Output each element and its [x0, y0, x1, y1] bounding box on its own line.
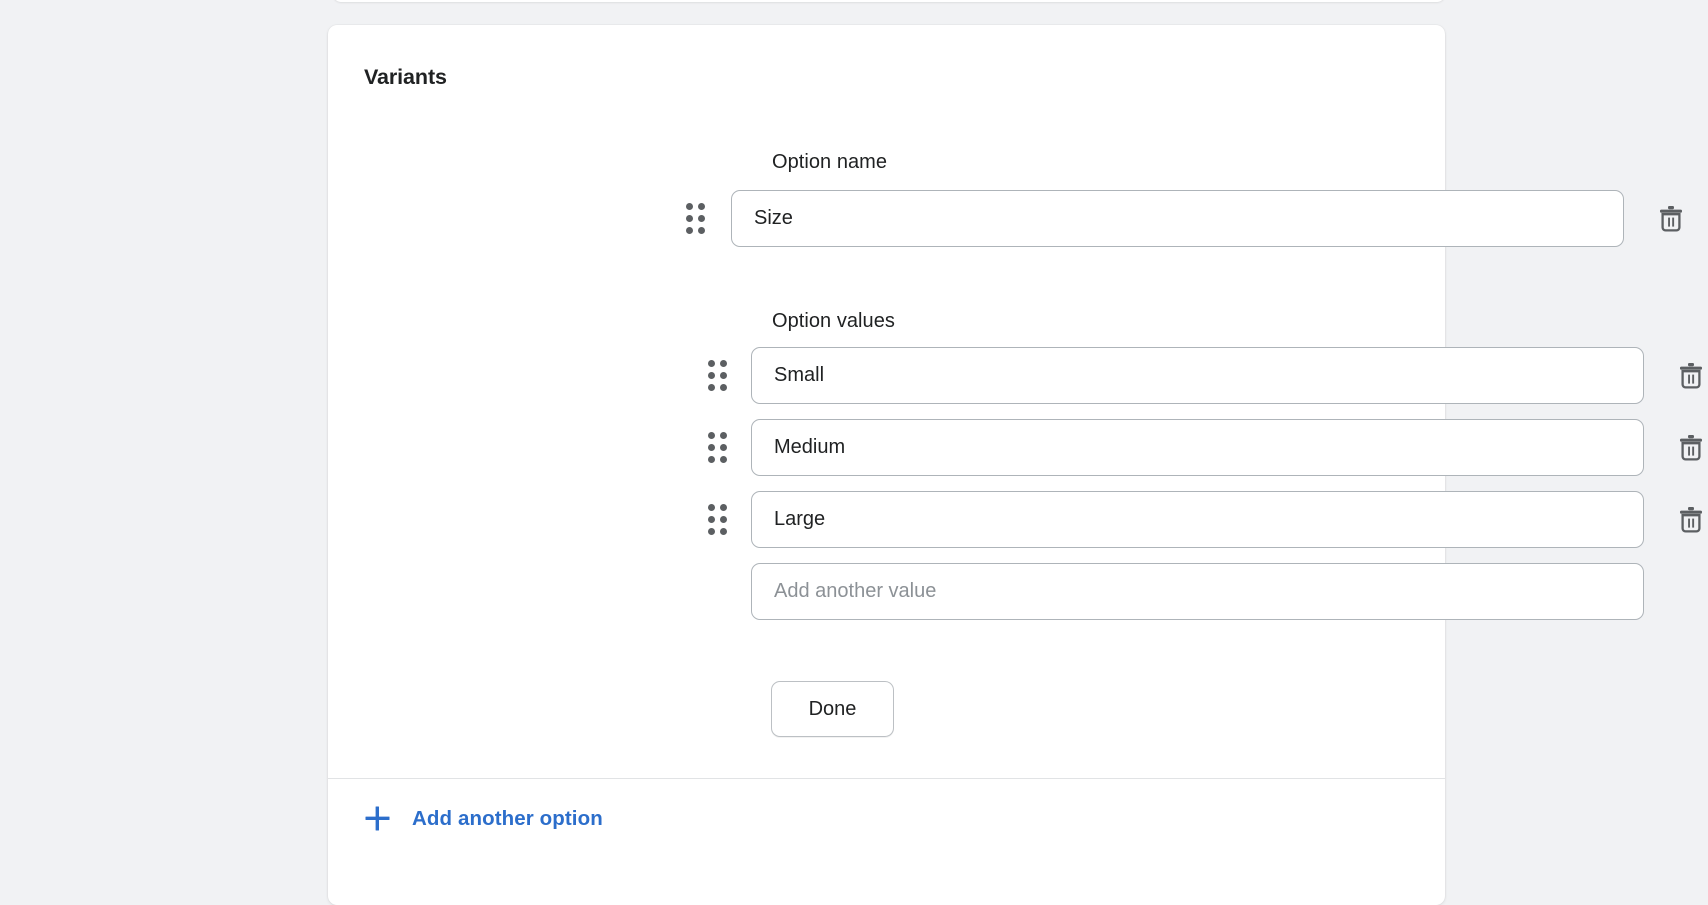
- drag-handle-icon[interactable]: [705, 505, 729, 535]
- option-value-row: [705, 347, 1708, 404]
- drag-dot: [720, 516, 727, 523]
- drag-dot: [698, 203, 705, 210]
- drag-dot: [720, 528, 727, 535]
- page-title: Variants: [364, 65, 447, 90]
- drag-dot: [708, 372, 715, 379]
- option-value-input[interactable]: [751, 419, 1644, 476]
- trash-icon: [1678, 434, 1704, 462]
- option-value-row: [705, 419, 1708, 476]
- add-value-row: [705, 563, 1708, 620]
- drag-dot: [708, 432, 715, 439]
- done-button[interactable]: Done: [771, 681, 894, 737]
- option-value-input[interactable]: [751, 491, 1644, 548]
- delete-value-button[interactable]: [1671, 428, 1708, 468]
- drag-dot: [708, 456, 715, 463]
- option-values-label: Option values: [772, 310, 895, 333]
- add-another-option-label: Add another option: [412, 807, 603, 831]
- drag-dot: [720, 444, 727, 451]
- option-name-row: [683, 190, 1708, 247]
- drag-dot: [708, 504, 715, 511]
- drag-dot: [698, 215, 705, 222]
- drag-dot: [686, 215, 693, 222]
- drag-dot: [708, 444, 715, 451]
- drag-dot: [720, 372, 727, 379]
- drag-handle-icon[interactable]: [705, 433, 729, 463]
- option-value-row: [705, 491, 1708, 548]
- drag-dot: [720, 384, 727, 391]
- drag-dot: [720, 504, 727, 511]
- add-another-option-button[interactable]: Add another option: [364, 805, 603, 832]
- drag-dot: [720, 360, 727, 367]
- add-value-input[interactable]: [751, 563, 1644, 620]
- drag-dot: [708, 516, 715, 523]
- drag-dot: [708, 360, 715, 367]
- drag-dot: [720, 456, 727, 463]
- option-name-label: Option name: [772, 151, 887, 174]
- delete-option-button[interactable]: [1651, 199, 1691, 239]
- drag-dot: [708, 384, 715, 391]
- trash-icon: [1678, 362, 1704, 390]
- plus-icon: [364, 805, 391, 832]
- card-divider: [328, 778, 1445, 779]
- drag-handle-icon[interactable]: [683, 204, 707, 234]
- drag-dot: [698, 227, 705, 234]
- drag-dot: [686, 203, 693, 210]
- drag-dot: [708, 528, 715, 535]
- option-name-input[interactable]: [731, 190, 1624, 247]
- card-above-sliver: [333, 0, 1445, 2]
- drag-handle-placeholder: [705, 577, 729, 607]
- option-value-input[interactable]: [751, 347, 1644, 404]
- trash-icon: [1678, 506, 1704, 534]
- drag-dot: [720, 432, 727, 439]
- delete-value-button[interactable]: [1671, 356, 1708, 396]
- drag-handle-icon[interactable]: [705, 361, 729, 391]
- variants-card: Variants Option name Option va: [328, 25, 1445, 905]
- drag-dot: [686, 227, 693, 234]
- trash-icon: [1658, 205, 1684, 233]
- delete-value-button[interactable]: [1671, 500, 1708, 540]
